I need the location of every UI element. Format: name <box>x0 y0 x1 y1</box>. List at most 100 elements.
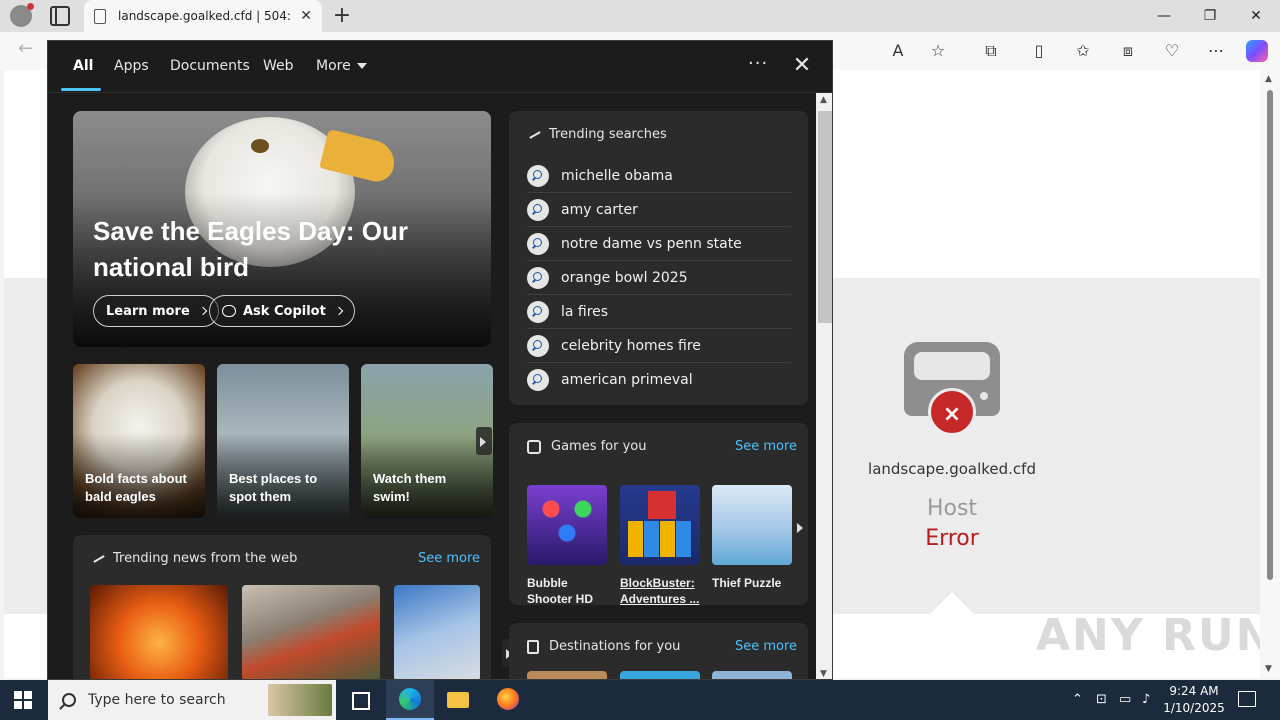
trending-arrow-icon <box>527 131 539 139</box>
profile-avatar-icon[interactable] <box>10 3 34 27</box>
settings-more-icon[interactable]: ⋯ <box>1205 40 1227 62</box>
trending-search-text: orange bowl 2025 <box>561 269 688 286</box>
trending-news-header: Trending news from the web <box>91 551 297 566</box>
hero-card[interactable]: Save the Eagles Day: Our national bird L… <box>73 111 491 347</box>
tab-all[interactable]: All <box>73 58 93 74</box>
trending-search-item[interactable]: la fires <box>527 295 791 329</box>
games-see-more-link[interactable]: See more <box>735 439 797 454</box>
notification-center-icon[interactable] <box>1238 691 1256 707</box>
card-label: Bold facts about bald eagles <box>85 471 187 504</box>
search-icon <box>527 334 549 357</box>
caret-down-icon <box>356 63 367 69</box>
card-label: Watch them swim! <box>373 471 447 504</box>
search-icon <box>527 232 549 255</box>
scroll-up-icon[interactable]: ▲ <box>820 95 827 105</box>
page-icon <box>94 8 106 24</box>
cards-next-arrow-icon[interactable] <box>476 427 492 455</box>
copilot-icon[interactable] <box>1246 40 1268 62</box>
game-thumbnail <box>712 485 792 565</box>
news-thumbnail-wildfire[interactable] <box>90 585 228 679</box>
windows-start-icon[interactable] <box>14 691 32 709</box>
back-arrow-icon[interactable]: ← <box>18 38 33 59</box>
game-thumbnail <box>527 485 607 565</box>
chat-bubble-icon <box>222 305 236 317</box>
tab-documents[interactable]: Documents <box>170 58 250 74</box>
favorite-star-icon[interactable]: ☆ <box>927 40 949 62</box>
extensions-icon[interactable]: ⧉ <box>980 40 1002 62</box>
clock-time: 9:24 AM <box>1169 684 1219 698</box>
trending-search-text: american primeval <box>561 372 693 388</box>
news-thumbnail-flags[interactable] <box>394 585 480 679</box>
flyout-scrollbar[interactable]: ▲ ▼ <box>816 93 832 679</box>
game-tile-bubble-shooter[interactable]: Bubble Shooter HD <box>527 485 607 607</box>
system-clock[interactable]: 9:24 AM 1/10/2025 <box>1160 683 1228 717</box>
taskbar-search-box[interactable]: Type here to search <box>48 680 336 720</box>
trending-search-item[interactable]: amy carter <box>527 193 791 227</box>
trending-search-item[interactable]: michelle obama <box>527 159 791 193</box>
tab-apps[interactable]: Apps <box>114 58 149 74</box>
tab-web[interactable]: Web <box>263 58 294 74</box>
page-scrollbar-thumb[interactable] <box>1267 90 1273 580</box>
network-icon[interactable]: ▭ <box>1119 692 1131 707</box>
ask-copilot-button[interactable]: Ask Copilot <box>209 295 355 327</box>
split-screen-icon[interactable]: ▯ <box>1028 40 1050 62</box>
flyout-close-icon[interactable]: ✕ <box>790 53 814 78</box>
game-tile-thief-puzzle[interactable]: Thief Puzzle <box>712 485 792 591</box>
games-next-arrow-icon[interactable] <box>793 515 807 541</box>
window-close-button[interactable]: ✕ <box>1236 4 1276 28</box>
games-title: Games for you <box>551 439 647 454</box>
file-explorer-icon[interactable] <box>434 680 482 720</box>
search-icon <box>62 693 76 707</box>
window-minimize-button[interactable]: — <box>1144 4 1184 28</box>
scroll-down-icon[interactable]: ▼ <box>1265 664 1272 674</box>
trending-news-panel: Trending news from the web See more <box>73 535 518 679</box>
edge-browser-icon[interactable] <box>386 680 434 720</box>
firefox-icon[interactable] <box>484 680 532 720</box>
card-watch-swim[interactable]: Watch them swim! <box>361 364 493 518</box>
active-tab[interactable]: landscape.goalked.cfd | 504: Gate ✕ <box>84 0 322 32</box>
card-best-places[interactable]: Best places to spot them <box>217 364 349 518</box>
new-tab-plus-icon[interactable]: + <box>330 3 354 28</box>
game-tile-blockbuster[interactable]: BlockBuster: Adventures ... <box>620 485 700 607</box>
destinations-see-more-link[interactable]: See more <box>735 639 797 654</box>
news-thumbnail-firefighter[interactable] <box>242 585 380 679</box>
destination-thumbnail[interactable] <box>527 671 607 679</box>
trending-search-item[interactable]: celebrity homes fire <box>527 329 791 363</box>
flyout-options-icon[interactable]: ··· <box>748 53 768 74</box>
error-panel <box>832 278 1260 614</box>
trending-news-title: Trending news from the web <box>113 551 298 566</box>
card-bald-eagle-facts[interactable]: Bold facts about bald eagles <box>73 364 205 518</box>
chevron-right-icon <box>198 306 208 316</box>
trending-search-text: notre dame vs penn state <box>561 235 742 252</box>
collections-icon[interactable]: ⧈ <box>1117 40 1139 62</box>
trending-search-item[interactable]: orange bowl 2025 <box>527 261 791 295</box>
tab-strip: landscape.goalked.cfd | 504: Gate ✕ + — … <box>0 0 1280 32</box>
error-status: Error <box>925 526 979 551</box>
trending-search-item[interactable]: notre dame vs penn state <box>527 227 791 261</box>
tab-title: landscape.goalked.cfd | 504: Gate <box>118 9 294 23</box>
trending-search-item[interactable]: american primeval <box>527 363 791 397</box>
trending-search-text: celebrity homes fire <box>561 337 701 354</box>
search-icon <box>527 198 549 221</box>
flyout-scrollbar-thumb[interactable] <box>818 111 832 323</box>
tab-close-icon[interactable]: ✕ <box>300 8 312 24</box>
learn-more-button[interactable]: Learn more <box>93 295 219 327</box>
page-scrollbar[interactable]: ▲ ▼ <box>1260 70 1280 678</box>
tab-actions-icon[interactable] <box>50 6 70 26</box>
destination-thumbnail[interactable] <box>712 671 792 679</box>
show-hidden-icons-chevron-icon[interactable]: ⌃ <box>1072 692 1083 707</box>
read-aloud-icon[interactable]: A <box>887 40 909 62</box>
destination-thumbnail[interactable] <box>620 671 700 679</box>
tab-more[interactable]: More <box>316 58 367 74</box>
task-view-icon[interactable] <box>336 680 384 720</box>
browser-essentials-icon[interactable]: ♡ <box>1161 40 1183 62</box>
trending-news-see-more-link[interactable]: See more <box>418 551 480 566</box>
security-tray-icon[interactable]: ⊡ <box>1096 692 1107 707</box>
favorites-icon[interactable]: ✩ <box>1072 40 1094 62</box>
scroll-up-icon[interactable]: ▲ <box>1265 74 1272 84</box>
active-tab-indicator <box>61 88 101 91</box>
search-highlight-image <box>268 684 332 716</box>
window-maximize-button[interactable]: ❐ <box>1190 4 1230 28</box>
scroll-down-icon[interactable]: ▼ <box>820 669 827 679</box>
volume-icon[interactable]: ♪ <box>1142 692 1150 707</box>
